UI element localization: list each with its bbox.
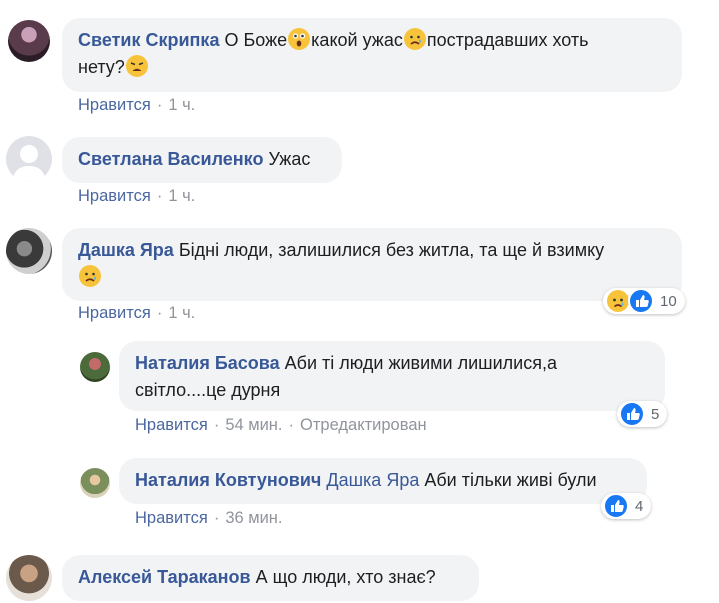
comment-author[interactable]: Наталия Басова	[135, 353, 280, 373]
comment-author[interactable]: Светлана Василенко	[78, 149, 263, 169]
mention-link[interactable]: Дашка Яра	[326, 470, 419, 490]
timestamp[interactable]: 1 ч.	[168, 304, 195, 322]
reaction-count: 10	[660, 292, 677, 310]
like-link[interactable]: Нравится	[135, 416, 208, 434]
comment-text: Аби тільки живі були	[424, 470, 597, 490]
avatar[interactable]	[6, 555, 52, 601]
reaction-count: 4	[635, 497, 644, 515]
comment-meta: Нравится · 1 ч.	[78, 96, 196, 114]
comment-text: світло....це дурня	[135, 380, 281, 400]
comment-text: Бідні люди, залишилися без житла, та ще …	[178, 240, 605, 260]
comment-bubble: Светик Скрипка О Боже какой ужас пострад…	[62, 18, 682, 92]
comment-bubble: Светлана Василенко Ужас	[62, 137, 342, 183]
edited-label[interactable]: Отредактирован	[300, 416, 427, 434]
like-reaction-icon	[628, 288, 654, 314]
comment-author[interactable]: Наталия Ковтунович	[135, 470, 321, 490]
comment-bubble: Дашка Яра Бідні люди, залишилися без жит…	[62, 228, 682, 301]
like-link[interactable]: Нравится	[78, 304, 151, 322]
comment-text: пострадавших хоть	[426, 30, 589, 50]
avatar[interactable]	[6, 228, 52, 274]
comment-text: какой ужас	[311, 30, 403, 50]
comment-meta: Нравится · 1 ч.	[78, 304, 196, 322]
avatar[interactable]	[6, 136, 52, 182]
comment-bubble: Алексей Тараканов А що люди, хто знає?	[62, 555, 479, 601]
comment-author[interactable]: Дашка Яра	[78, 240, 174, 260]
comment-text: Ужас	[268, 149, 311, 169]
crying-emoji-icon	[403, 28, 426, 50]
like-link[interactable]: Нравится	[78, 187, 151, 205]
timestamp[interactable]: 1 ч.	[168, 96, 195, 114]
avatar[interactable]	[80, 352, 110, 382]
astonished-emoji-icon	[288, 28, 311, 50]
like-link[interactable]: Нравится	[135, 509, 208, 527]
reaction-count: 5	[651, 405, 660, 423]
comment-meta: Нравится · 1 ч.	[78, 187, 196, 205]
timestamp[interactable]: 1 ч.	[168, 187, 195, 205]
timestamp[interactable]: 54 мин.	[225, 416, 282, 434]
comment-bubble: Наталия Басова Аби ті люди живими лишили…	[119, 341, 665, 411]
avatar[interactable]	[80, 468, 110, 498]
comment-meta: Нравится · 54 мин. · Отредактирован	[135, 416, 427, 434]
avatar[interactable]	[8, 20, 50, 62]
comment-author[interactable]: Алексей Тараканов	[78, 567, 251, 587]
comment-bubble: Наталия Ковтунович Дашка Яра Аби тільки …	[119, 458, 647, 504]
like-reaction-icon	[603, 493, 629, 519]
comment-text: нету?	[78, 57, 125, 77]
comment-meta: Нравится · 36 мин.	[135, 509, 283, 527]
reaction-counter[interactable]: 10	[603, 288, 685, 314]
like-link[interactable]: Нравится	[78, 96, 151, 114]
like-reaction-icon	[619, 401, 645, 427]
timestamp[interactable]: 36 мин.	[225, 509, 282, 527]
reaction-counter[interactable]: 4	[601, 493, 652, 519]
comment-text: А що люди, хто знає?	[255, 567, 436, 587]
crying-emoji-icon	[79, 265, 101, 287]
comment-text: Аби ті люди живими лишилися,а	[284, 353, 557, 373]
comment-text: О Боже	[224, 30, 288, 50]
comment-author[interactable]: Светик Скрипка	[78, 30, 219, 50]
weary-emoji-icon	[125, 55, 148, 77]
reaction-counter[interactable]: 5	[617, 401, 668, 427]
